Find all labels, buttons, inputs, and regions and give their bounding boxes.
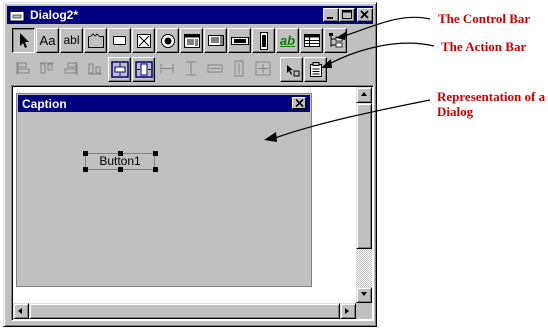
arrow-head-icon bbox=[336, 31, 347, 40]
representation-annotation-line1: Representation of a bbox=[437, 89, 546, 104]
control-bar-annotation: The Control Bar bbox=[438, 11, 531, 26]
action-bar-arrow-line bbox=[328, 42, 435, 65]
action-bar-annotation: The Action Bar bbox=[441, 39, 527, 54]
arrow-head-icon bbox=[321, 59, 332, 68]
arrow-head-icon bbox=[264, 132, 277, 142]
dialog-arrow-line bbox=[274, 99, 431, 139]
representation-annotation-line2: Dialog bbox=[437, 104, 474, 119]
control-bar-arrow-line bbox=[343, 16, 431, 37]
